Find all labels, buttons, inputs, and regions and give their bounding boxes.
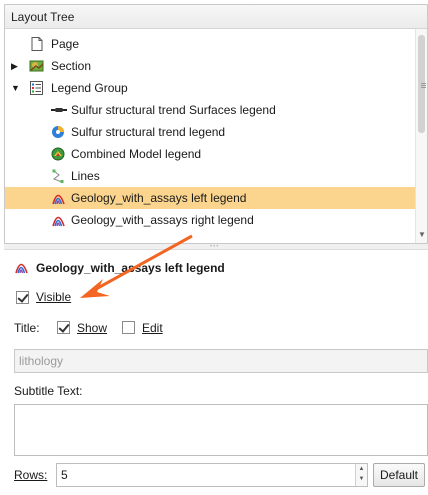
title-label: Title: [14,321,40,335]
scroll-down-icon[interactable]: ▼ [418,230,426,239]
page-icon [31,37,43,51]
tree-item-page[interactable]: Page [5,33,417,55]
tree-item-label: Combined Model legend [71,147,202,161]
tree-item-lines[interactable]: Lines [5,165,417,187]
tree-item-label: Page [51,37,80,51]
tree-item-legend-group[interactable]: ▼ Legend Group [5,77,417,99]
tree-vertical-scrollbar[interactable]: ▼ [415,29,427,243]
tree-item-geology-right-legend[interactable]: Geology_with_assays right legend [5,209,417,231]
splitter-grip-icon: ••• [210,244,220,250]
layout-tree-header: Layout Tree [5,5,427,29]
geology-legend-icon [15,263,28,274]
tree-item-label: Geology_with_assays right legend [71,213,254,227]
title-text-field[interactable]: lithology [14,349,428,373]
tree-item-section[interactable]: ▶ Section [5,55,417,77]
geology-legend-icon [52,216,65,227]
tree-item-label: Sulfur structural trend legend [71,125,226,139]
lines-icon [52,169,64,183]
tree-item-sulfur-trend-legend[interactable]: Sulfur structural trend legend [5,121,417,143]
layout-tree-panel: Layout Tree Page ▶ Section ▼ Legend Grou… [4,4,428,244]
tree-item-geology-left-legend[interactable]: Geology_with_assays left legend [5,187,417,209]
spinner-arrows-icon[interactable]: ▲ ▼ [355,464,367,486]
trend-icon [52,126,64,138]
subtitle-text-area[interactable] [14,404,428,456]
layout-tree-body: Page ▶ Section ▼ Legend Group Sulfur str… [5,29,427,243]
geology-legend-icon [52,194,65,205]
section-icon [29,60,44,72]
rows-spinner[interactable]: 5 ▲ ▼ [56,463,368,487]
tree-item-label: Legend Group [51,81,128,95]
title-edit-label[interactable]: Edit [142,320,163,336]
tree-item-label: Lines [71,169,100,183]
tree-item-sulfur-surfaces-legend[interactable]: Sulfur structural trend Surfaces legend [5,99,417,121]
panel-splitter[interactable]: ••• [4,244,428,250]
visible-checkbox[interactable] [16,291,29,304]
collapse-arrow-icon[interactable]: ▼ [11,82,21,94]
default-button[interactable]: Default [373,463,425,487]
title-show-label[interactable]: Show [77,320,107,336]
scrollbar-thumb[interactable] [418,35,426,133]
tree-item-label: Geology_with_assays left legend [71,191,247,205]
legend-group-icon [30,81,43,95]
tree-item-combined-model-legend[interactable]: Combined Model legend [5,143,417,165]
rows-label: Rows: [14,468,48,482]
rows-value: 5 [61,468,68,482]
title-edit-checkbox[interactable] [122,321,135,334]
properties-title-label: Geology_with_assays left legend [36,261,225,275]
tree-item-label: Section [51,59,92,73]
title-show-checkbox[interactable] [57,321,70,334]
combined-model-icon [51,147,65,161]
tree-item-label: Sulfur structural trend Surfaces legend [71,103,276,117]
expand-arrow-icon[interactable]: ▶ [11,60,21,72]
visible-label[interactable]: Visible [36,289,71,305]
surface-trend-icon [51,108,67,112]
subtitle-label: Subtitle Text: [14,384,83,398]
